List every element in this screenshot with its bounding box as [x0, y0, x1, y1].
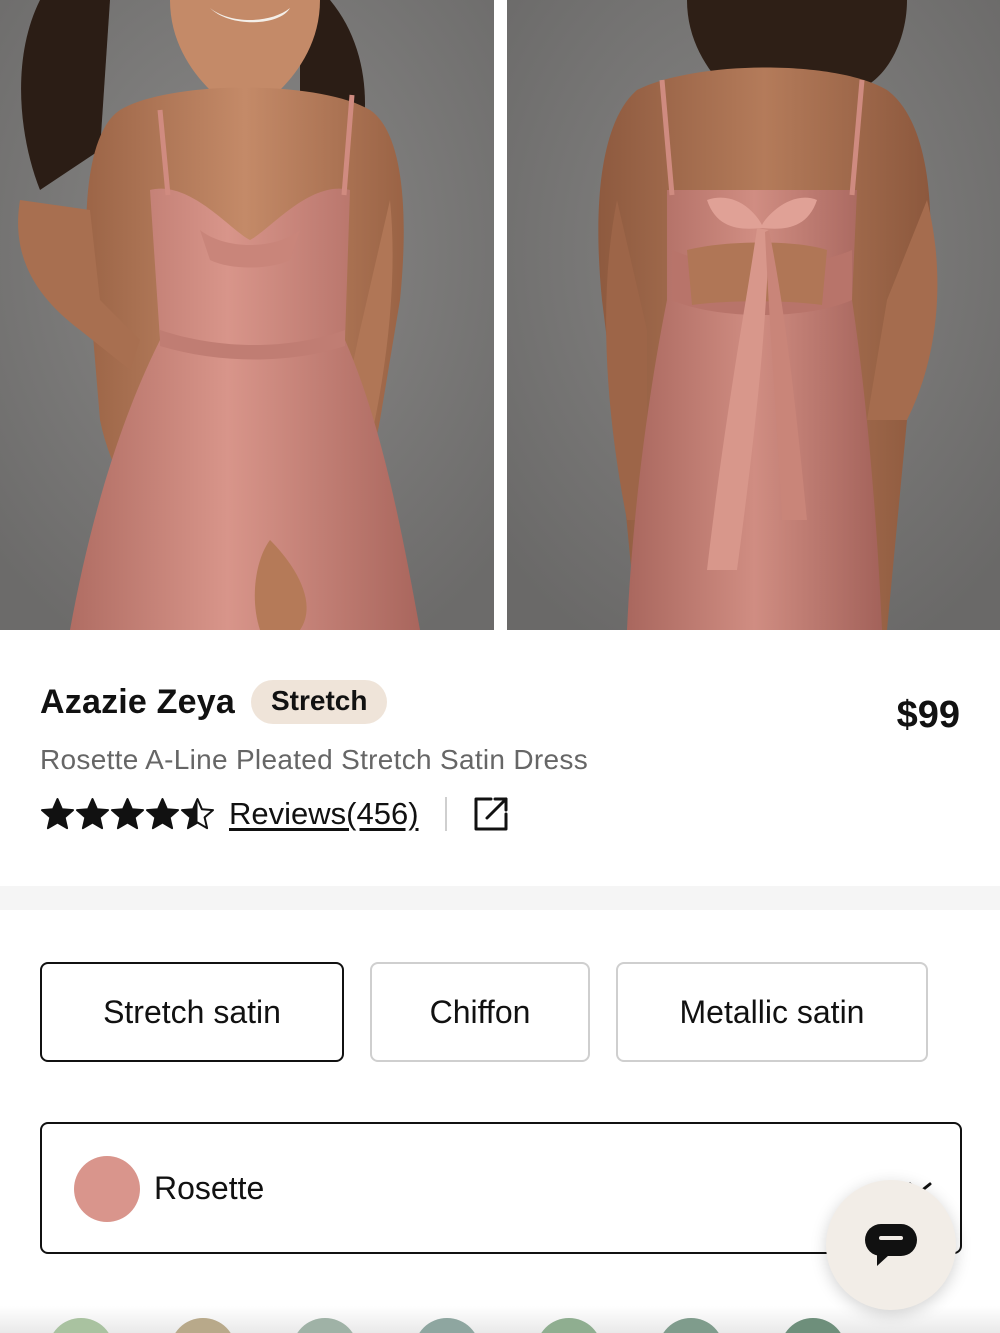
section-separator	[0, 886, 1000, 910]
rating-row: Reviews(456)	[40, 794, 511, 834]
star-full-icon	[76, 797, 109, 829]
product-title-row: Azazie Zeya Stretch	[40, 680, 388, 724]
star-full-icon	[41, 797, 74, 829]
product-subtitle: Rosette A-Line Pleated Stretch Satin Dre…	[40, 744, 588, 775]
chat-bubble-icon	[865, 1224, 917, 1266]
star-full-icon	[146, 797, 179, 829]
product-image-front[interactable]	[0, 0, 494, 630]
reviews-link[interactable]: Reviews(456)	[229, 796, 419, 832]
fabric-option-chiffon[interactable]: Chiffon	[370, 962, 590, 1062]
star-full-icon	[111, 797, 144, 829]
stretch-badge: Stretch	[250, 680, 388, 724]
divider	[444, 797, 447, 831]
selected-color-name: Rosette	[154, 1170, 265, 1206]
product-image-back[interactable]	[507, 0, 1000, 630]
fabric-option-stretch-satin[interactable]: Stretch satin	[40, 962, 344, 1062]
color-select-dropdown[interactable]: Rosette	[40, 1122, 962, 1254]
star-rating	[40, 797, 215, 832]
swatch-strip-shade	[0, 1306, 1000, 1333]
selected-color-swatch	[74, 1156, 140, 1222]
external-link-icon[interactable]	[471, 794, 511, 834]
star-half-icon	[181, 797, 214, 829]
chat-button[interactable]	[826, 1180, 956, 1310]
product-gallery[interactable]	[0, 0, 1000, 630]
product-brand-name: Azazie Zeya	[40, 682, 235, 721]
product-price: $99	[896, 694, 960, 736]
fabric-option-metallic-satin[interactable]: Metallic satin	[616, 962, 928, 1062]
